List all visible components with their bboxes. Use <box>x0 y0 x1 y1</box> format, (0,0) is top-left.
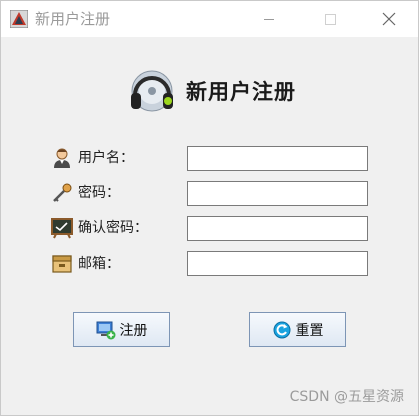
confirm-password-label: 确认密码： <box>78 220 148 236</box>
register-window: 新用户注册 新用户注册 用户名： 密码： 确认密码： 邮箱： 注册 重置 CSD… <box>0 0 419 416</box>
password-input[interactable] <box>187 181 368 206</box>
close-button[interactable] <box>365 5 411 33</box>
maximize-icon <box>325 14 336 25</box>
title-bar[interactable]: 新用户注册 <box>1 1 418 37</box>
register-button[interactable]: 注册 <box>73 312 170 347</box>
register-computer-icon <box>96 321 115 339</box>
watermark: CSDN @五星资源 <box>289 389 404 405</box>
username-input[interactable] <box>187 146 368 171</box>
password-label: 密码： <box>78 185 120 201</box>
minimize-button[interactable] <box>246 5 292 33</box>
reset-icon <box>273 321 290 338</box>
reset-button[interactable]: 重置 <box>249 312 346 347</box>
confirm-password-input[interactable] <box>187 216 368 241</box>
window-title: 新用户注册 <box>35 10 111 28</box>
email-input[interactable] <box>187 251 368 276</box>
maximize-button[interactable] <box>307 5 353 33</box>
user-icon <box>54 148 70 168</box>
mailbox-icon <box>52 255 72 273</box>
key-icon <box>53 183 72 202</box>
minimize-icon <box>264 19 274 20</box>
reset-button-label: 重置 <box>295 322 324 339</box>
email-label: 邮箱： <box>78 256 120 272</box>
confirm-board-icon <box>51 218 73 239</box>
close-icon <box>382 12 396 26</box>
register-button-label: 注册 <box>119 322 148 339</box>
header-title: 新用户注册 <box>186 79 296 104</box>
username-label: 用户名： <box>78 150 134 166</box>
headphones-disc-icon <box>131 70 173 112</box>
app-icon <box>10 10 28 28</box>
